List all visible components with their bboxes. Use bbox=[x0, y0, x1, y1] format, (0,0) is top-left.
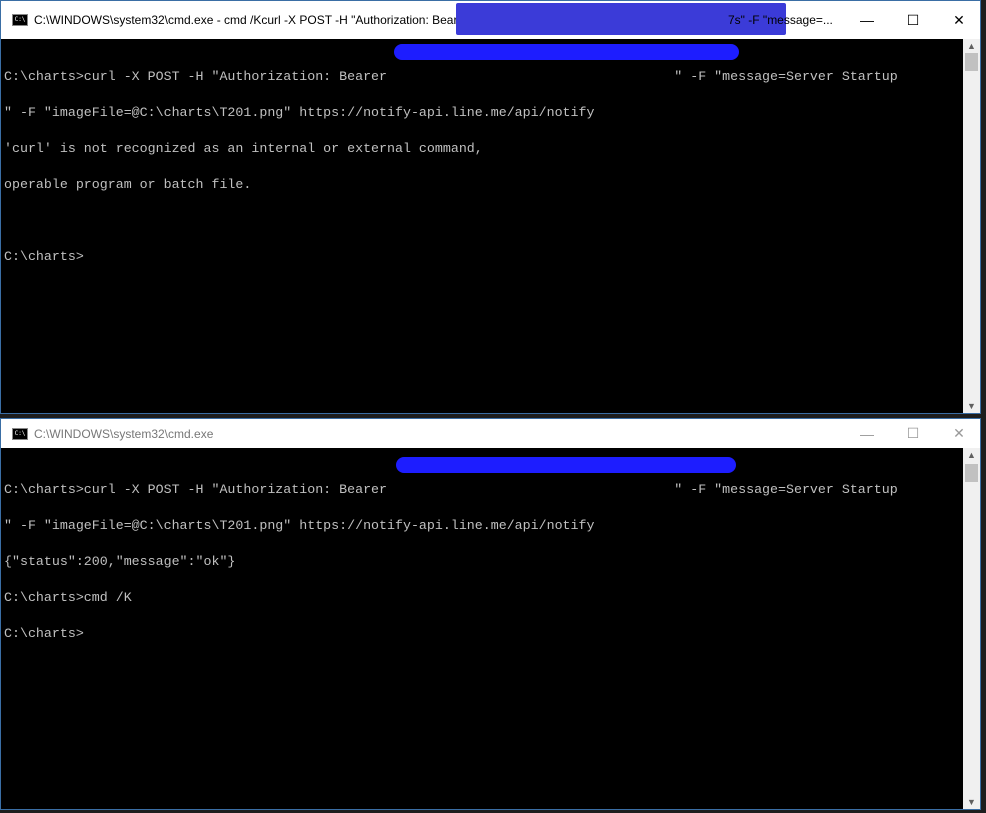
close-button[interactable]: ✕ bbox=[936, 1, 982, 39]
cmd-window-bottom: C:\ C:\WINDOWS\system32\cmd.exe — ☐ ✕ C:… bbox=[0, 418, 981, 810]
terminal-line: C:\charts>curl -X POST -H "Authorization… bbox=[4, 69, 898, 84]
window-title: C:\WINDOWS\system32\cmd.exe - cmd /Kcurl… bbox=[34, 13, 488, 27]
terminal-line: ​ bbox=[4, 215, 963, 227]
maximize-button[interactable]: ☐ bbox=[890, 1, 936, 39]
scroll-up-arrow[interactable]: ▲ bbox=[963, 450, 980, 460]
scrollbar[interactable]: ▲ ▼ bbox=[963, 39, 980, 413]
scroll-down-arrow[interactable]: ▼ bbox=[963, 401, 980, 411]
terminal-line: operable program or batch file. bbox=[4, 177, 252, 192]
terminal-line: C:\charts> bbox=[4, 249, 84, 264]
terminal-line: 'curl' is not recognized as an internal … bbox=[4, 141, 483, 156]
close-button[interactable]: ✕ bbox=[936, 419, 982, 448]
scroll-thumb[interactable] bbox=[965, 53, 978, 71]
minimize-button[interactable]: — bbox=[844, 419, 890, 448]
maximize-button[interactable]: ☐ bbox=[890, 419, 936, 448]
minimize-button[interactable]: — bbox=[844, 1, 890, 39]
terminal-line: C:\charts>curl -X POST -H "Authorization… bbox=[4, 482, 898, 497]
terminal-line: " -F "imageFile=@C:\charts\T201.png" htt… bbox=[4, 105, 595, 120]
terminal-line: C:\charts>cmd /K bbox=[4, 590, 132, 605]
cmd-icon: C:\ bbox=[12, 427, 28, 440]
window-title-tail: 7s" -F "message=... bbox=[728, 13, 833, 27]
scrollbar[interactable]: ▲ ▼ bbox=[963, 448, 980, 809]
terminal-output[interactable]: C:\charts>curl -X POST -H "Authorization… bbox=[1, 47, 963, 413]
scroll-up-arrow[interactable]: ▲ bbox=[963, 41, 980, 51]
redaction-mark bbox=[396, 457, 736, 473]
terminal-line: {"status":200,"message":"ok"} bbox=[4, 554, 236, 569]
terminal-line: " -F "imageFile=@C:\charts\T201.png" htt… bbox=[4, 518, 595, 533]
cmd-window-top: C:\ C:\WINDOWS\system32\cmd.exe - cmd /K… bbox=[0, 0, 981, 414]
terminal-output[interactable]: C:\charts>curl -X POST -H "Authorization… bbox=[1, 460, 963, 809]
redaction-mark bbox=[394, 44, 739, 60]
cmd-icon: C:\ bbox=[12, 14, 28, 26]
scroll-thumb[interactable] bbox=[965, 464, 978, 482]
title-bar[interactable]: C:\ C:\WINDOWS\system32\cmd.exe — ☐ ✕ bbox=[1, 419, 980, 448]
terminal-line: C:\charts> bbox=[4, 626, 84, 641]
title-bar[interactable]: C:\ C:\WINDOWS\system32\cmd.exe - cmd /K… bbox=[1, 1, 980, 39]
window-title: C:\WINDOWS\system32\cmd.exe bbox=[34, 426, 214, 441]
scroll-down-arrow[interactable]: ▼ bbox=[963, 797, 980, 807]
